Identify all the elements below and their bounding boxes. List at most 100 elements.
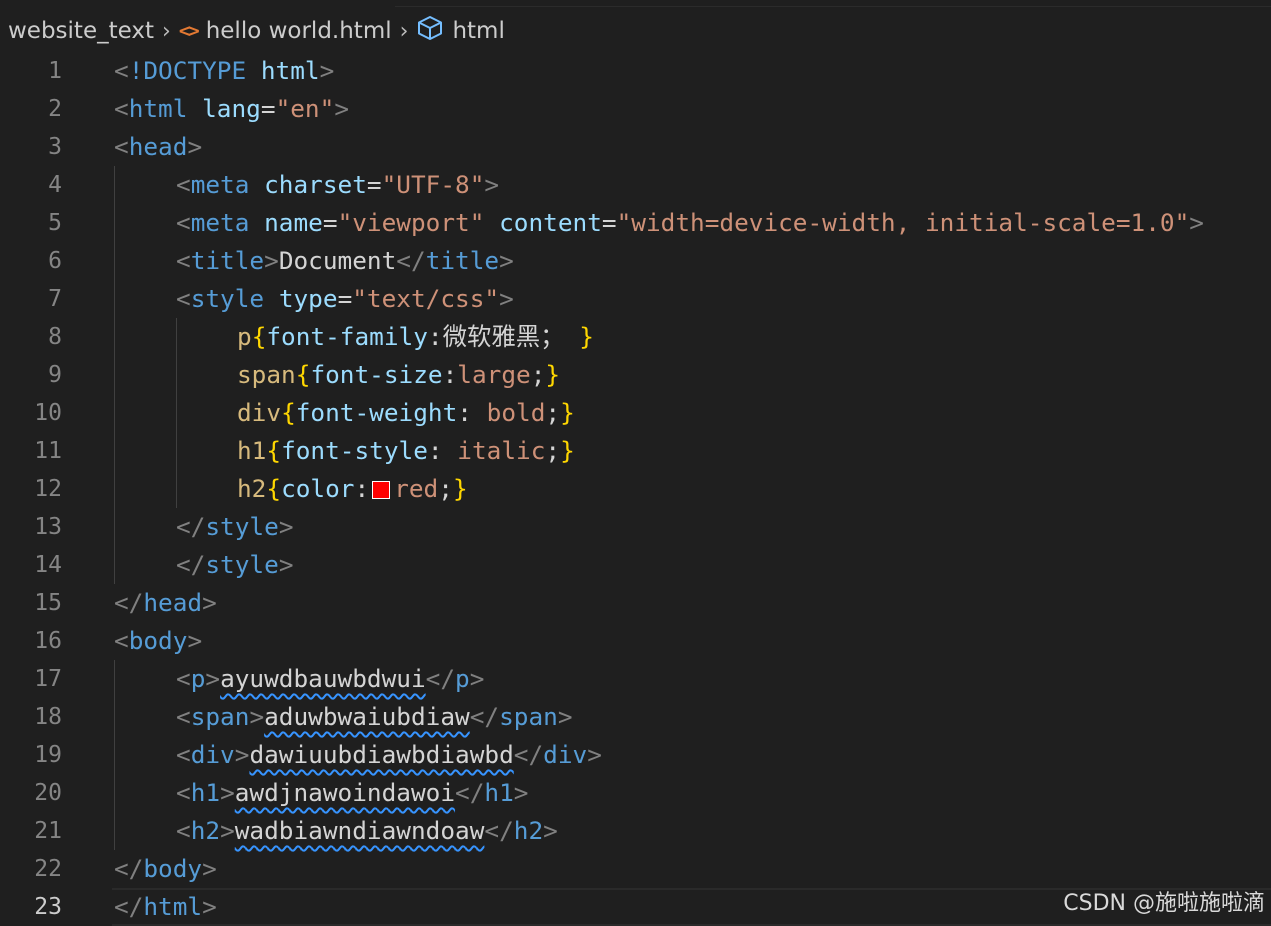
indent-guide bbox=[114, 470, 115, 508]
code-token: type bbox=[278, 284, 338, 313]
code-line[interactable]: 7 <style type="text/css"> bbox=[0, 280, 1271, 318]
code-text: <body> bbox=[114, 622, 202, 660]
breadcrumb: website_text › <> hello world.html › htm… bbox=[8, 14, 505, 48]
code-line[interactable]: 9 span{font-size:large;} bbox=[0, 356, 1271, 394]
code-line[interactable]: 17 <p>ayuwdbauwbdwui</p> bbox=[0, 660, 1271, 698]
code-token: < bbox=[176, 208, 191, 237]
code-token: : bbox=[354, 474, 370, 503]
line-number: 8 bbox=[48, 324, 62, 350]
code-token: name bbox=[264, 208, 323, 237]
code-line[interactable]: 20 <h1>awdjnawoindawoi</h1> bbox=[0, 774, 1271, 812]
code-text: <html lang="en"> bbox=[114, 90, 349, 128]
code-token: body bbox=[128, 626, 188, 655]
code-text: </html> bbox=[114, 888, 217, 926]
code-token: > bbox=[278, 512, 294, 541]
line-number: 14 bbox=[34, 552, 62, 578]
line-number: 22 bbox=[34, 856, 62, 882]
code-line[interactable]: 4 <meta charset="UTF-8"> bbox=[0, 166, 1271, 204]
code-token: </ bbox=[114, 854, 144, 883]
code-editor[interactable]: 1 <!DOCTYPE html> 2 <html lang="en"> 3 <head>… bbox=[0, 52, 1271, 926]
line-number: 12 bbox=[34, 476, 62, 502]
code-token: </ bbox=[176, 512, 206, 541]
code-line[interactable]: 10 div{font-weight: bold;} bbox=[0, 394, 1271, 432]
code-token: html bbox=[143, 892, 203, 921]
code-text: </body> bbox=[114, 850, 217, 888]
code-line[interactable]: 19 <div>dawiuubdiawbdiawbd</div> bbox=[0, 736, 1271, 774]
code-token: </ bbox=[114, 588, 144, 617]
code-token: { bbox=[266, 474, 282, 503]
code-token: < bbox=[114, 626, 129, 655]
code-token: div bbox=[237, 398, 282, 427]
code-token: > bbox=[187, 626, 203, 655]
code-token: } bbox=[560, 436, 575, 465]
code-token: div bbox=[543, 740, 588, 769]
code-token: < bbox=[176, 284, 191, 313]
code-token: </ bbox=[469, 702, 500, 731]
code-token: > bbox=[557, 702, 573, 731]
indent-guide bbox=[114, 812, 115, 850]
code-token: title bbox=[425, 246, 500, 275]
code-token: > bbox=[334, 94, 349, 123]
code-line[interactable]: 21 <h2>wadbiawndiawndoaw</h2> bbox=[0, 812, 1271, 850]
code-line[interactable]: 18 <span>aduwbwaiubdiaw</span> bbox=[0, 698, 1271, 736]
code-token: ; bbox=[438, 474, 453, 503]
code-line[interactable]: 1 <!DOCTYPE html> bbox=[0, 52, 1271, 90]
line-number: 4 bbox=[48, 172, 62, 198]
code-token: title bbox=[190, 246, 265, 275]
code-token: } bbox=[452, 474, 468, 503]
breadcrumb-file[interactable]: <> hello world.html bbox=[179, 18, 392, 44]
code-line[interactable]: 2 <html lang="en"> bbox=[0, 90, 1271, 128]
breadcrumb-symbol[interactable]: html bbox=[416, 15, 505, 47]
code-line[interactable]: 15 </head> bbox=[0, 584, 1271, 622]
color-swatch[interactable] bbox=[372, 481, 391, 499]
line-number: 7 bbox=[48, 286, 62, 312]
code-text: <meta charset="UTF-8"> bbox=[176, 166, 499, 204]
code-line[interactable]: 8 p{font-family:微软雅黑； } bbox=[0, 318, 1271, 356]
code-token: > bbox=[234, 740, 250, 769]
indent-guide bbox=[114, 508, 115, 546]
code-line[interactable]: 22 </body> bbox=[0, 850, 1271, 888]
indent-guide bbox=[114, 318, 115, 356]
code-token: > bbox=[499, 246, 514, 275]
code-text: <!DOCTYPE html> bbox=[114, 52, 334, 90]
code-token: span bbox=[190, 702, 250, 731]
code-token: > bbox=[187, 132, 203, 161]
code-line[interactable]: 5 <meta name="viewport" content="width=de… bbox=[0, 204, 1271, 242]
tab-bar-divider bbox=[395, 0, 1271, 7]
code-line[interactable]: 12 h2{color: red;} bbox=[0, 470, 1271, 508]
line-number: 16 bbox=[34, 628, 62, 654]
line-number: 13 bbox=[34, 514, 62, 540]
code-token: color bbox=[281, 474, 355, 503]
code-token: </ bbox=[425, 664, 456, 693]
code-line[interactable]: 6 <title>Document</title> bbox=[0, 242, 1271, 280]
code-line[interactable]: 3 <head> bbox=[0, 128, 1271, 166]
code-token: } bbox=[545, 360, 561, 389]
code-token: < bbox=[114, 132, 129, 161]
code-token: = bbox=[601, 208, 617, 237]
code-token: </ bbox=[396, 246, 426, 275]
code-token: "UTF-8" bbox=[381, 170, 485, 199]
code-token: </ bbox=[114, 892, 144, 921]
code-line[interactable]: 11 h1{font-style: italic;} bbox=[0, 432, 1271, 470]
code-text: </head> bbox=[114, 584, 217, 622]
code-text: <meta name="viewport" content="width=dev… bbox=[176, 204, 1204, 242]
indent-guide bbox=[176, 356, 177, 394]
indent-guide bbox=[176, 318, 177, 356]
code-text: <title>Document</title> bbox=[176, 242, 514, 280]
code-token: > bbox=[513, 778, 529, 807]
indent-guide bbox=[114, 280, 115, 318]
code-token: meta bbox=[190, 170, 250, 199]
code-token: "viewport" bbox=[337, 208, 485, 237]
code-line[interactable]: 14 </style> bbox=[0, 546, 1271, 584]
code-token: < bbox=[176, 170, 191, 199]
code-token: large bbox=[457, 360, 531, 389]
code-line[interactable]: 16 <body> bbox=[0, 622, 1271, 660]
breadcrumb-folder[interactable]: website_text bbox=[8, 18, 154, 44]
code-token: < bbox=[176, 740, 191, 769]
indent-guide bbox=[176, 470, 177, 508]
code-line[interactable]: 13 </style> bbox=[0, 508, 1271, 546]
code-token: bold bbox=[486, 398, 546, 427]
code-token: < bbox=[176, 664, 191, 693]
